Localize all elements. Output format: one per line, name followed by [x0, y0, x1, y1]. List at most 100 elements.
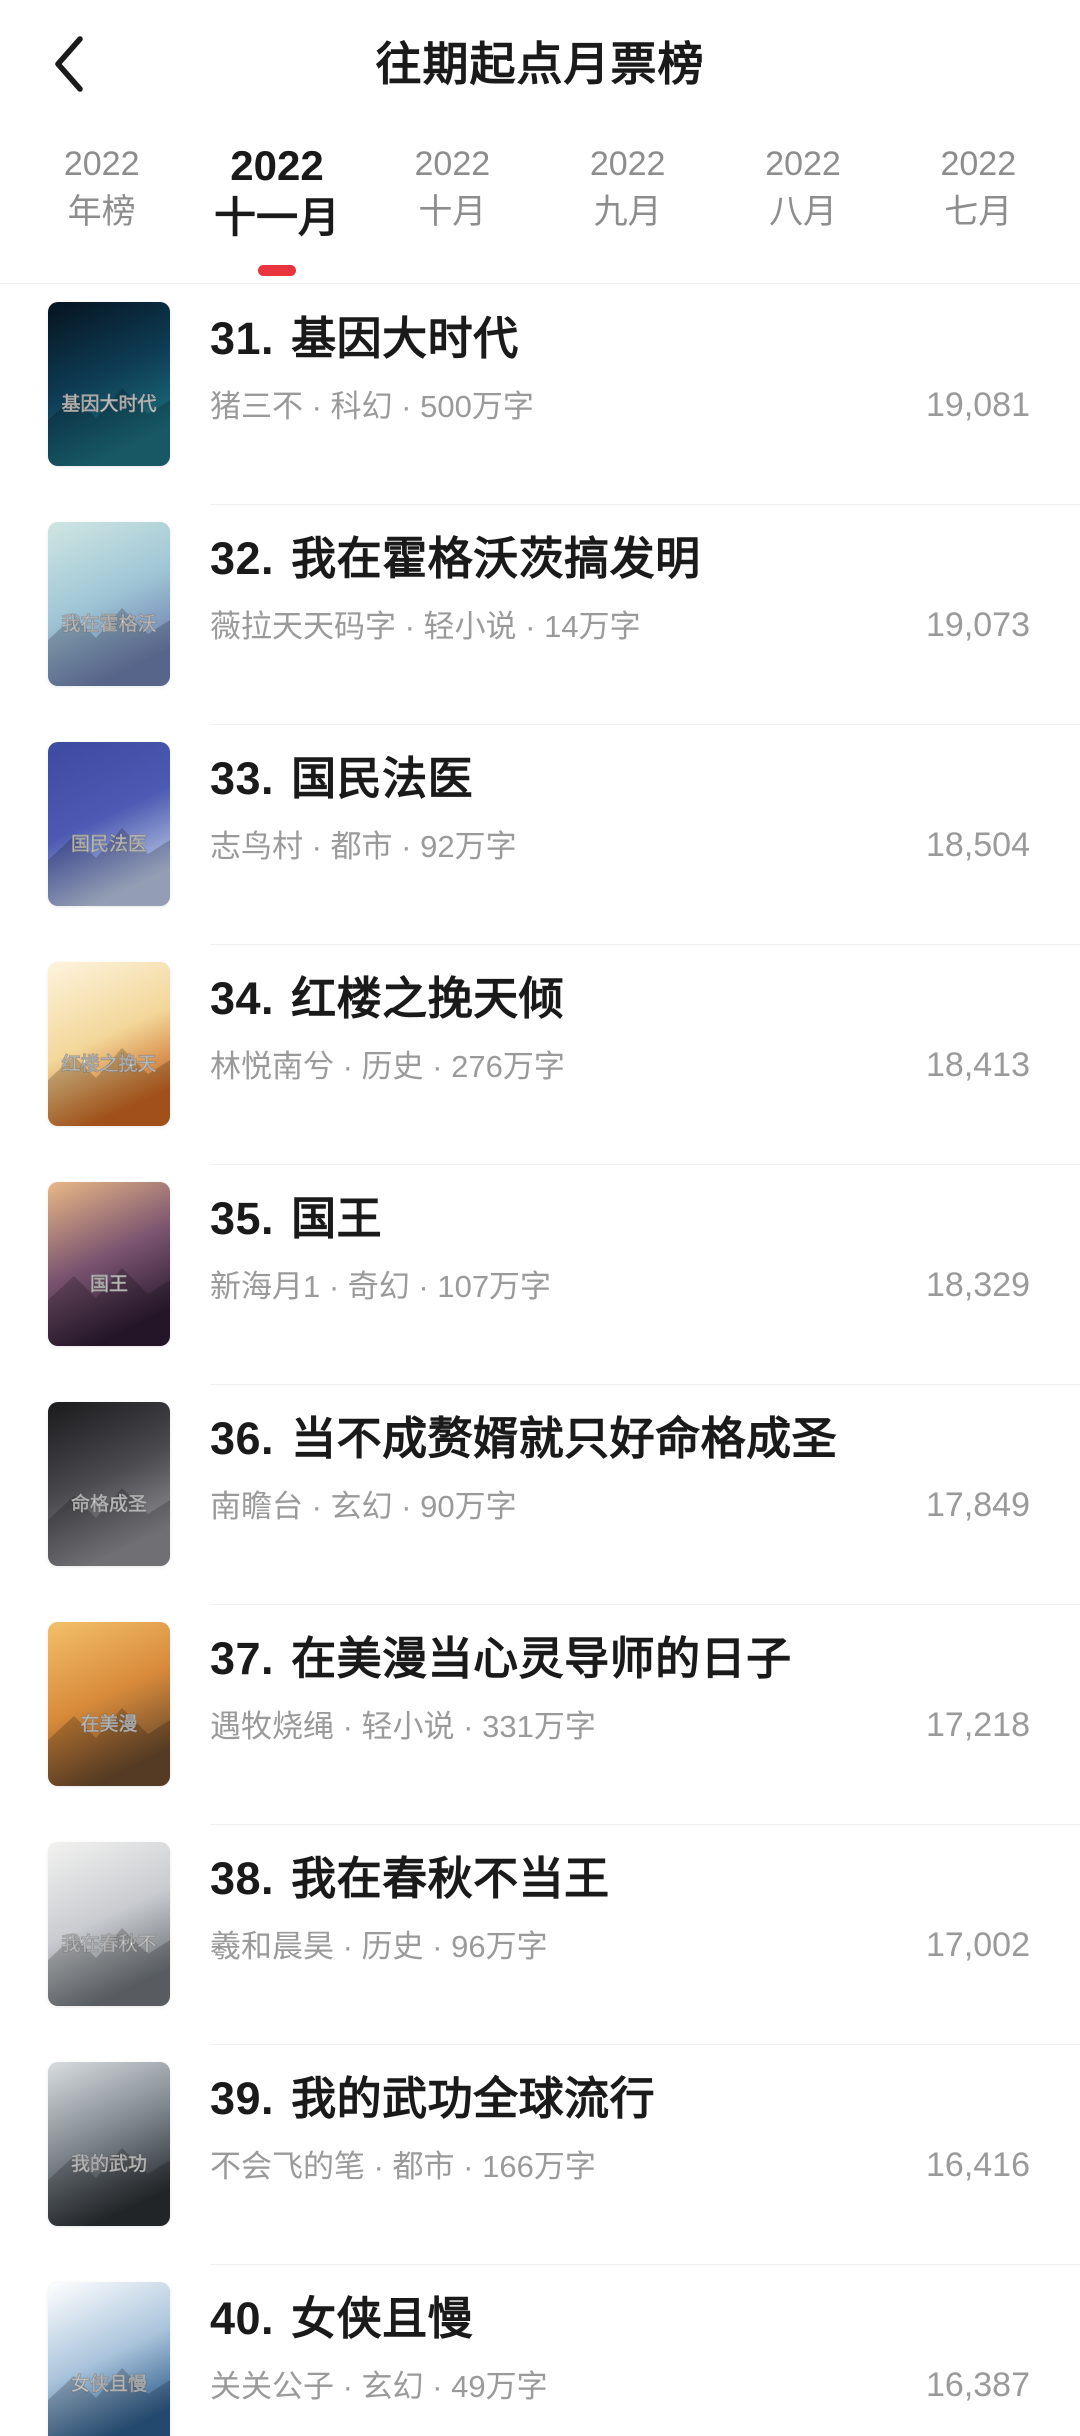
ranking-row[interactable]: 在美漫 37. 在美漫当心灵导师的日子遇牧烧绳 · 轻小说 · 331万字 17,2…	[0, 1604, 1080, 1824]
cover-huogewoci[interactable]: 我在霍格沃	[48, 522, 170, 686]
back-button[interactable]	[22, 18, 114, 110]
ranking-row[interactable]: 我的武功 39. 我的武功全球流行不会飞的笔 · 都市 · 166万字 16,416	[0, 2044, 1080, 2264]
book-info: 34. 红楼之挽天倾林悦南兮 · 历史 · 276万字	[170, 962, 840, 1088]
book-title: 35. 国王	[210, 1190, 840, 1248]
tab-year-label: 2022	[765, 145, 841, 183]
vote-count: 17,218	[926, 1706, 1030, 1744]
tab-2022-八月[interactable]: 2022 八月	[715, 128, 890, 284]
book-title-text: 我的武功全球流行	[291, 2073, 656, 2124]
vote-count: 19,073	[926, 606, 1030, 644]
cover-title-text: 国民法医	[71, 832, 147, 855]
ranking-row[interactable]: 国民法医 33. 国民法医 志鸟村 · 都市 · 92万字 18,504	[0, 724, 1080, 944]
chevron-left-icon	[51, 35, 85, 93]
book-meta: 南瞻台 · 玄幻 · 90万字	[210, 1489, 517, 1524]
cover-title-text: 基因大时代	[60, 392, 156, 415]
rank-number: 32.	[210, 533, 275, 584]
cover-title-text: 我在霍格沃	[61, 612, 156, 635]
page-title: 往期起点月票榜	[375, 38, 705, 90]
cover-title-text: 国王	[90, 1273, 128, 1295]
book-title-text: 基因大时代	[291, 313, 519, 364]
book-title-text: 国王	[291, 1193, 383, 1244]
rank-number: 39.	[210, 2073, 275, 2124]
tab-2022-十月[interactable]: 2022 十月	[365, 128, 540, 284]
cover-honglou-wantianqing[interactable]: 红楼之挽天	[48, 962, 170, 1126]
cover-nvxia-qieman[interactable]: 女侠且慢	[48, 2282, 170, 2436]
book-meta: 不会飞的笔 · 都市 · 166万字	[210, 2149, 596, 2184]
book-title: 32. 我在霍格沃茨搞发明	[210, 530, 840, 588]
tab-2022-九月[interactable]: 2022 九月	[540, 128, 715, 284]
tab-2022-年榜[interactable]: 2022 年榜	[14, 128, 189, 284]
book-info: 40. 女侠且慢关关公子 · 玄幻 · 49万字	[170, 2282, 840, 2408]
tab-year-label: 2022	[940, 145, 1017, 183]
vote-count: 17,002	[926, 1926, 1030, 1964]
book-info: 38. 我在春秋不当王羲和晨昊 · 历史 · 96万字	[170, 1842, 840, 1968]
tab-year-label: 2022	[230, 142, 324, 189]
tab-year-label: 2022	[63, 145, 140, 183]
tab-period-label: 年榜	[67, 193, 136, 231]
book-title-text: 当不成赘婿就只好命格成圣	[291, 1413, 838, 1464]
cover-title-text: 女侠且慢	[71, 2372, 148, 2395]
cover-guowang[interactable]: 国王	[48, 1182, 170, 1346]
book-info: 39. 我的武功全球流行不会飞的笔 · 都市 · 166万字	[170, 2062, 840, 2188]
book-meta: 关关公子 · 玄幻 · 49万字	[210, 2369, 548, 2404]
tab-period-label: 七月	[944, 193, 1013, 231]
tab-period-label: 十一月	[213, 194, 340, 241]
cover-title-text: 在美漫	[80, 1712, 138, 1735]
book-meta: 新海月1 · 奇幻 · 107万字	[210, 1269, 552, 1304]
book-meta: 羲和晨昊 · 历史 · 96万字	[210, 1929, 548, 1964]
book-meta: 志鸟村 · 都市 · 92万字	[210, 829, 517, 864]
rank-number: 33.	[210, 753, 275, 804]
period-tab-bar: 2022 年榜 2022 十一月 2022 十月 2022 九月 2022 八月 2022 七月	[0, 128, 1080, 284]
cover-wodegongfu[interactable]: 我的武功	[48, 2062, 170, 2226]
book-title-text: 红楼之挽天倾	[291, 973, 565, 1024]
vote-count: 18,413	[926, 1046, 1030, 1084]
book-title-text: 国民法医	[291, 753, 474, 804]
cover-chunqiu-budangwang[interactable]: 我在春秋不	[48, 1842, 170, 2006]
monthly-ticket-ranking-page: 往期起点月票榜 2022 年榜 2022 十一月 2022 十月 2022 九月 2022 八月 2…	[0, 0, 1080, 2436]
book-info: 36. 当不成赘婿就只好命格成圣南瞻台 · 玄幻 · 90万字	[170, 1402, 840, 1528]
book-info: 31. 基因大时代 猪三不 · 科幻 · 500万字	[170, 302, 840, 428]
rank-number: 36.	[210, 1413, 275, 1464]
vote-count: 19,081	[926, 386, 1030, 424]
tab-2022-十一月[interactable]: 2022 十一月	[189, 128, 364, 284]
cover-title-text: 我在春秋不	[61, 1932, 156, 1955]
book-title: 31. 基因大时代	[210, 310, 840, 368]
vote-count: 18,329	[926, 1266, 1030, 1304]
rank-number: 40.	[210, 2293, 275, 2344]
ranking-row[interactable]: 我在霍格沃 32. 我在霍格沃茨搞发明薇拉天天码字 · 轻小说 · 14万字 19,…	[0, 504, 1080, 724]
book-title: 33. 国民法医	[210, 750, 840, 808]
book-info: 33. 国民法医志鸟村 · 都市 · 92万字	[170, 742, 840, 868]
book-meta: 遇牧烧绳 · 轻小说 · 331万字	[210, 1709, 596, 1744]
book-title: 38. 我在春秋不当王	[210, 1850, 840, 1908]
cover-title-text: 我的武功	[71, 2152, 147, 2175]
cover-guomin-fayi[interactable]: 国民法医	[48, 742, 170, 906]
rank-number: 34.	[210, 973, 275, 1024]
rank-number: 31.	[210, 313, 275, 364]
book-title-text: 在美漫当心灵导师的日子	[291, 1633, 792, 1684]
ranking-row[interactable]: 红楼之挽天 34. 红楼之挽天倾林悦南兮 · 历史 · 276万字 18,413	[0, 944, 1080, 1164]
ranking-row[interactable]: 基因大时代 31. 基因大时代 猪三不 · 科幻 · 500万字 19,081	[0, 284, 1080, 504]
book-title: 37. 在美漫当心灵导师的日子	[210, 1630, 840, 1688]
book-meta: 薇拉天天码字 · 轻小说 · 14万字	[210, 609, 641, 644]
book-info: 32. 我在霍格沃茨搞发明薇拉天天码字 · 轻小说 · 14万字	[170, 522, 840, 648]
ranking-row[interactable]: 女侠且慢 40. 女侠且慢 关关公子 · 玄幻 · 49万字 16,387	[0, 2264, 1080, 2436]
tab-period-label: 九月	[593, 193, 662, 231]
tab-period-label: 八月	[768, 193, 837, 231]
nav-bar: 往期起点月票榜	[0, 0, 1080, 128]
tab-2022-七月[interactable]: 2022 七月	[891, 128, 1066, 284]
cover-minggechengsheng[interactable]: 命格成圣	[48, 1402, 170, 1566]
tab-year-label: 2022	[589, 145, 666, 183]
cover-title-text: 红楼之挽天	[61, 1052, 157, 1075]
book-title-text: 女侠且慢	[291, 2293, 474, 2344]
book-info: 35. 国王新海月1 · 奇幻 · 107万字	[170, 1182, 840, 1308]
cover-zaimeiman[interactable]: 在美漫	[48, 1622, 170, 1786]
ranking-row[interactable]: 命格成圣 36. 当不成赘婿就只好命格成圣 南瞻台 · 玄幻 · 90万字 17,84…	[0, 1384, 1080, 1604]
cover-jiyin-dashidai[interactable]: 基因大时代	[48, 302, 170, 466]
vote-count: 16,416	[926, 2146, 1030, 2184]
book-meta: 林悦南兮 · 历史 · 276万字	[210, 1049, 565, 1084]
tab-year-label: 2022	[414, 145, 491, 183]
book-title-text: 我在霍格沃茨搞发明	[291, 533, 701, 584]
book-title: 36. 当不成赘婿就只好命格成圣	[210, 1410, 840, 1468]
ranking-row[interactable]: 我在春秋不 38. 我在春秋不当王羲和晨昊 · 历史 · 96万字 17,002	[0, 1824, 1080, 2044]
ranking-row[interactable]: 国王 35. 国王 新海月1 · 奇幻 · 107万字 18,329	[0, 1164, 1080, 1384]
